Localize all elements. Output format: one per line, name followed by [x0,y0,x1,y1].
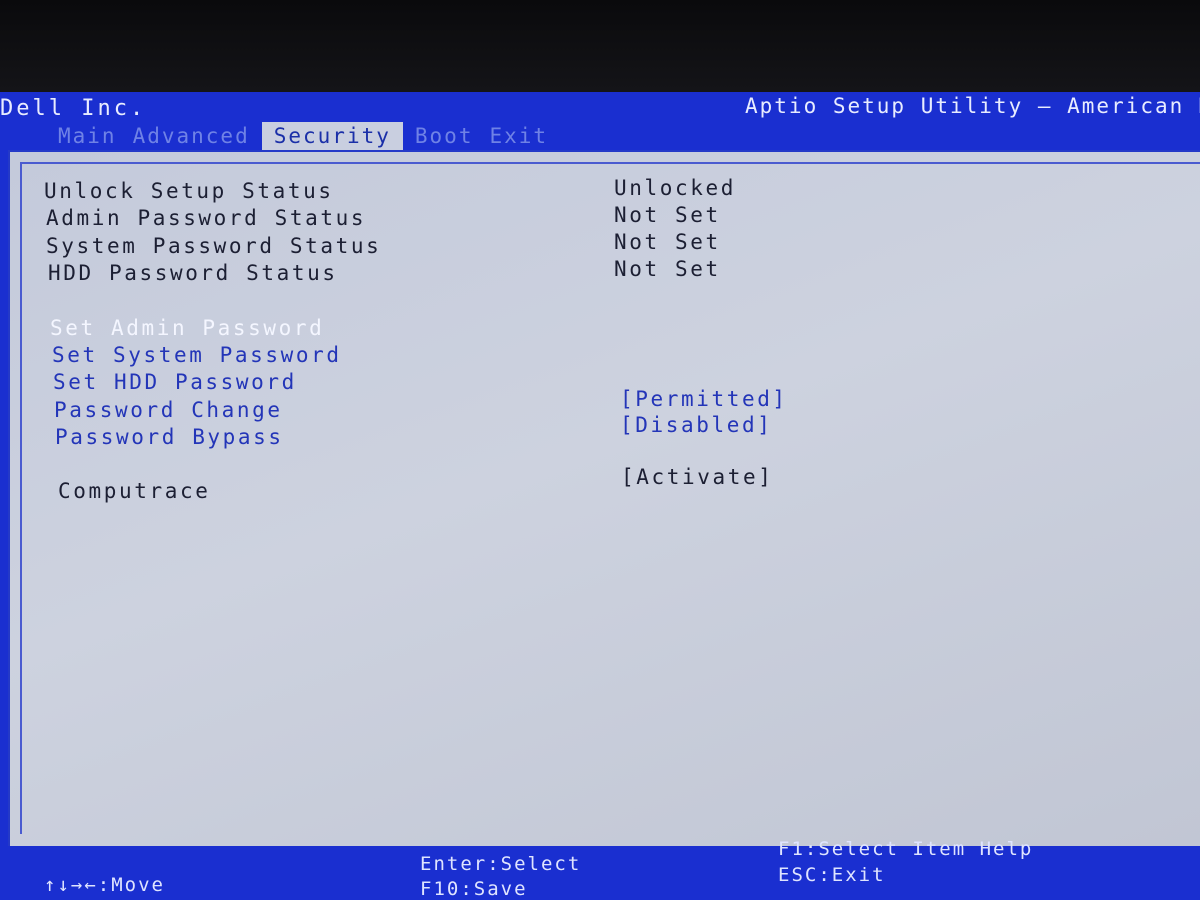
tab-main[interactable]: Main [50,122,125,150]
vendor-title: Dell Inc. [0,96,147,121]
system-password-status-label: System Password Status [46,234,382,258]
help-esc-exit: ESC:Exit [778,864,886,886]
set-hdd-password-option[interactable]: Set HDD Password [53,369,297,395]
set-admin-password-option[interactable]: Set Admin Password [50,315,324,341]
set-system-password-option[interactable]: Set System Password [52,342,342,368]
hdd-password-status-label: HDD Password Status [48,261,338,285]
utility-title: Aptio Setup Utility – American M [745,94,1200,118]
tab-security[interactable]: Security [261,122,403,150]
help-move: ↑↓→←:Move [44,874,165,896]
computrace-value[interactable]: [Activate] [621,464,773,490]
password-bypass-value[interactable]: [Disabled] [620,412,772,438]
help-f10-save: F10:Save [420,878,528,900]
help-enter-select: Enter:Select [420,853,582,875]
unlock-setup-status-value: Unlocked [614,176,736,200]
computrace-option[interactable]: Computrace [58,478,210,504]
help-f1-item-help: F1:Select Item Help [778,838,1034,860]
hdd-password-status-value: Not Set [614,257,721,281]
tab-advanced[interactable]: Advanced [125,122,258,150]
password-change-value[interactable]: [Permitted] [620,386,788,412]
admin-password-status-label: Admin Password Status [46,206,367,230]
tab-exit[interactable]: Exit [481,122,556,150]
password-change-option[interactable]: Password Change [54,397,283,423]
system-password-status-value: Not Set [614,230,721,254]
tab-bar: Main Advanced Security Boot Exit [50,122,556,150]
tab-boot[interactable]: Boot [407,122,482,150]
monitor-bezel [0,0,1200,92]
admin-password-status-value: Not Set [614,203,721,227]
unlock-setup-status-label: Unlock Setup Status [44,179,334,203]
password-bypass-option[interactable]: Password Bypass [55,424,284,450]
